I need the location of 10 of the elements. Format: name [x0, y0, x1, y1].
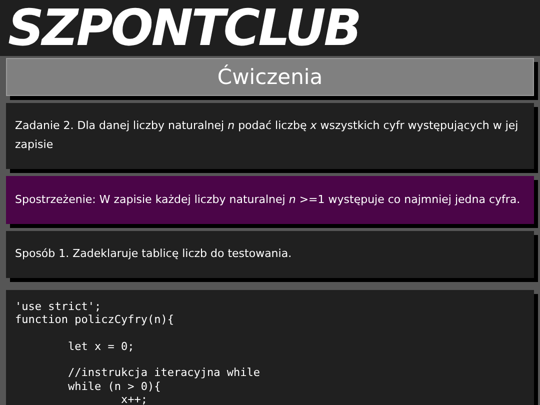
task-text: Zadanie 2. Dla danej liczby naturalnej n podać liczbę x wszystkich cyfr występujących w jej zapisie — [15, 118, 520, 153]
code-line: 'use strict'; — [15, 300, 102, 314]
code-line: //instrukcja iteracyjna while — [66, 365, 262, 380]
note-text: Spostrzeżenie: W zapisie każdej liczby naturalnej n >=1 występuje co najmniej jedna cyfra. — [15, 192, 522, 208]
method-text: Sposób 1. Zadeklaruje tablicę liczb do testowania. — [15, 246, 293, 262]
code-line: let x = 0; — [66, 338, 136, 354]
logo-text: SZPONTCLUB — [8, 2, 360, 54]
code-line: function policzCyfry(n){ — [15, 313, 175, 327]
code-line: while (n > 0){ — [66, 380, 162, 394]
code-line: x++; — [120, 393, 148, 405]
